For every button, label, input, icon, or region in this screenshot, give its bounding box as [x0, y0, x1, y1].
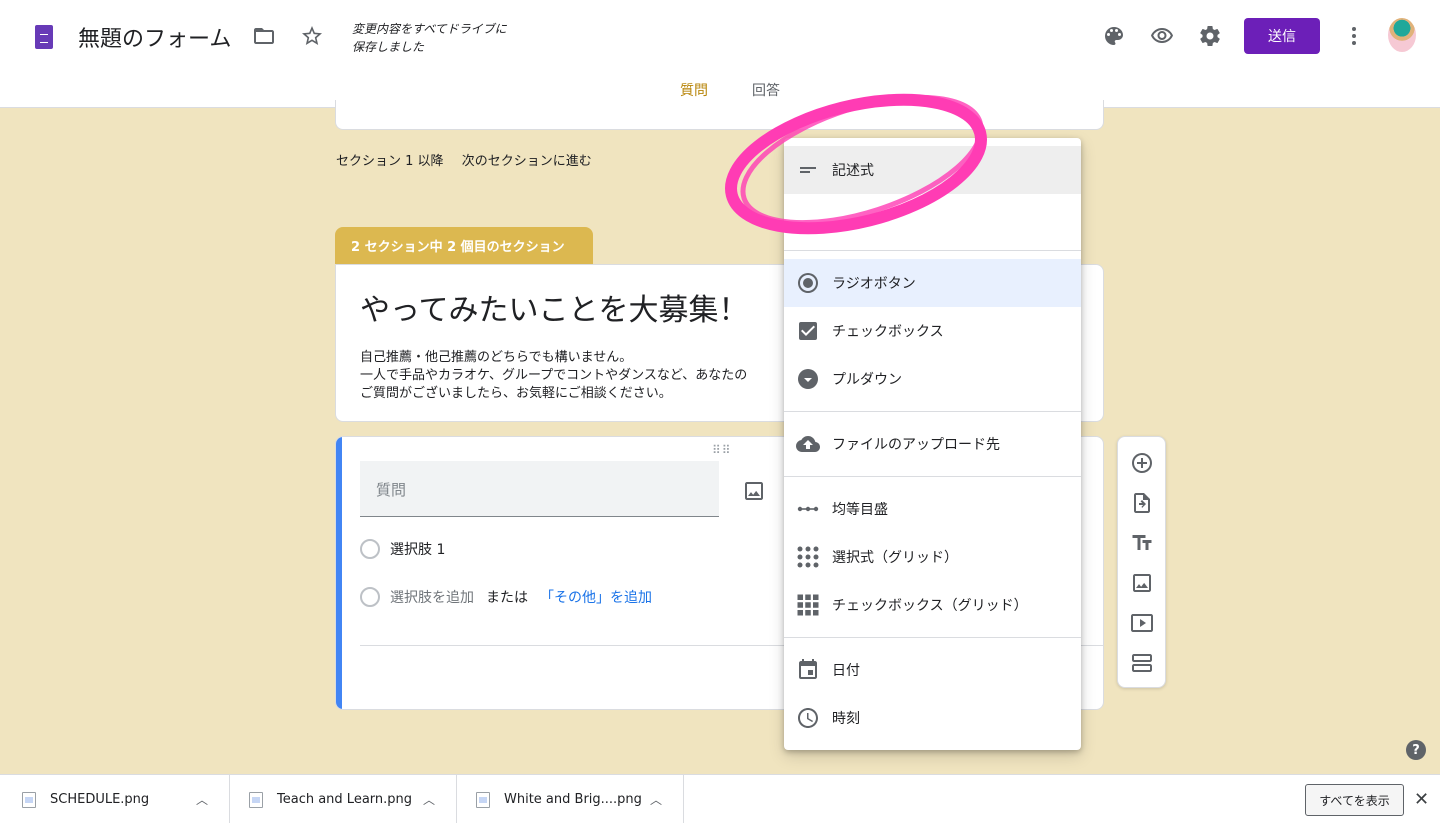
- paragraph-lines-icon: [796, 158, 820, 182]
- menu-item-paragraph[interactable]: 記述式: [784, 146, 1081, 194]
- preview-eye-icon[interactable]: [1144, 18, 1180, 54]
- menu-item-checkbox-grid[interactable]: チェックボックス（グリッド）: [784, 581, 1081, 629]
- add-section-icon[interactable]: [1124, 645, 1160, 681]
- menu-divider: [784, 476, 1081, 477]
- dropdown-arrow-icon: [796, 367, 820, 391]
- question-title-input[interactable]: 質問: [360, 461, 719, 517]
- menu-item-label: ファイルのアップロード先: [832, 437, 1000, 453]
- linear-scale-icon: [796, 497, 820, 521]
- download-item[interactable]: White and Brig....png ︿: [476, 775, 684, 823]
- checkbox-icon: [796, 319, 820, 343]
- palette-icon[interactable]: [1096, 18, 1132, 54]
- add-option-row: 選択肢を追加 または 「その他」を追加: [360, 587, 652, 607]
- chevron-up-icon[interactable]: ︿: [423, 791, 435, 808]
- app-header: 無題のフォーム 変更内容をすべてドライブに 保存しました 送信 質問 回答: [0, 0, 1440, 108]
- download-item[interactable]: Teach and Learn.png ︿: [249, 775, 457, 823]
- menu-item-label: 選択式（グリッド）: [832, 550, 958, 566]
- menu-divider: [784, 250, 1081, 251]
- menu-item-label: 時刻: [832, 711, 860, 727]
- menu-item-date[interactable]: 日付: [784, 646, 1081, 694]
- after-section-navigation: セクション 1 以降 次のセクションに進む: [336, 150, 592, 169]
- after-section-action[interactable]: 次のセクションに進む: [462, 154, 592, 169]
- option-label[interactable]: 選択肢 1: [390, 539, 445, 559]
- menu-item-label: プルダウン: [832, 372, 902, 388]
- radio-empty-icon: [360, 587, 380, 607]
- download-file-name: Teach and Learn.png: [277, 792, 413, 807]
- menu-item-label: 均等目盛: [832, 502, 888, 518]
- add-option-button[interactable]: 選択肢を追加: [390, 587, 474, 607]
- menu-item-label: 記述式: [832, 163, 874, 179]
- folder-icon[interactable]: [246, 18, 282, 54]
- menu-item-label: チェックボックス（グリッド）: [832, 598, 1028, 614]
- image-file-icon: [22, 791, 36, 808]
- show-all-downloads-button[interactable]: すべてを表示: [1305, 784, 1404, 816]
- add-question-icon[interactable]: [1124, 445, 1160, 481]
- form-title[interactable]: 無題のフォーム: [78, 21, 231, 53]
- save-status: 変更内容をすべてドライブに 保存しました: [352, 20, 507, 56]
- menu-item-label: ラジオボタン: [832, 276, 916, 292]
- send-button[interactable]: 送信: [1244, 18, 1320, 54]
- add-video-icon[interactable]: [1124, 605, 1160, 641]
- download-file-name: White and Brig....png: [504, 792, 642, 807]
- menu-item-radio[interactable]: ラジオボタン: [784, 259, 1081, 307]
- download-file-name: SCHEDULE.png: [50, 792, 150, 807]
- or-text: または: [486, 590, 528, 606]
- save-status-line1: 変更内容をすべてドライブに: [352, 22, 507, 36]
- image-file-icon: [249, 791, 263, 808]
- more-vert-icon[interactable]: [1336, 18, 1372, 54]
- add-image-icon[interactable]: [736, 473, 772, 509]
- star-icon[interactable]: [294, 18, 330, 54]
- download-item[interactable]: SCHEDULE.png ︿: [22, 775, 230, 823]
- cloud-upload-icon: [796, 432, 820, 456]
- radio-empty-icon: [360, 539, 380, 559]
- menu-item-time[interactable]: 時刻: [784, 694, 1081, 742]
- clock-icon: [796, 706, 820, 730]
- menu-item-label: 日付: [832, 663, 860, 679]
- help-icon[interactable]: ?: [1406, 740, 1426, 760]
- question-type-menu: 記述式 ラジオボタン チェックボックス プルダウン ファイルのアップロード先 均…: [784, 138, 1081, 750]
- add-title-icon[interactable]: [1124, 525, 1160, 561]
- menu-divider: [784, 637, 1081, 638]
- active-card-accent: [336, 437, 342, 709]
- add-image-icon[interactable]: [1124, 565, 1160, 601]
- menu-item-dropdown[interactable]: プルダウン: [784, 355, 1081, 403]
- save-status-line2: 保存しました: [352, 40, 425, 54]
- download-bar: SCHEDULE.png ︿ Teach and Learn.png ︿ Whi…: [0, 774, 1440, 823]
- drag-handle-icon[interactable]: ⠿⠿: [712, 443, 732, 457]
- after-section-label: セクション 1 以降: [336, 154, 444, 169]
- square-grid-icon: [796, 593, 820, 617]
- section-indicator: 2 セクション中 2 個目のセクション: [335, 227, 593, 264]
- menu-item-checkbox[interactable]: チェックボックス: [784, 307, 1081, 355]
- side-toolbar: [1117, 436, 1166, 688]
- menu-item-label: チェックボックス: [832, 324, 944, 340]
- chevron-up-icon[interactable]: ︿: [196, 791, 208, 808]
- image-file-icon: [476, 791, 490, 808]
- dot-grid-icon: [796, 545, 820, 569]
- menu-item-file-upload[interactable]: ファイルのアップロード先: [784, 420, 1081, 468]
- close-icon[interactable]: ✕: [1414, 789, 1429, 810]
- menu-item-multiple-choice-grid[interactable]: 選択式（グリッド）: [784, 533, 1081, 581]
- menu-item-linear-scale[interactable]: 均等目盛: [784, 485, 1081, 533]
- previous-section-card: [335, 100, 1104, 130]
- option-row[interactable]: 選択肢 1: [360, 539, 445, 559]
- chevron-up-icon[interactable]: ︿: [650, 791, 662, 808]
- menu-divider: [784, 411, 1081, 412]
- settings-gear-icon[interactable]: [1192, 18, 1228, 54]
- forms-logo-icon[interactable]: [35, 25, 53, 49]
- radio-button-icon: [796, 271, 820, 295]
- add-other-button[interactable]: 「その他」を追加: [540, 587, 652, 607]
- import-questions-icon[interactable]: [1124, 485, 1160, 521]
- avatar[interactable]: [1388, 18, 1416, 52]
- calendar-icon: [796, 658, 820, 682]
